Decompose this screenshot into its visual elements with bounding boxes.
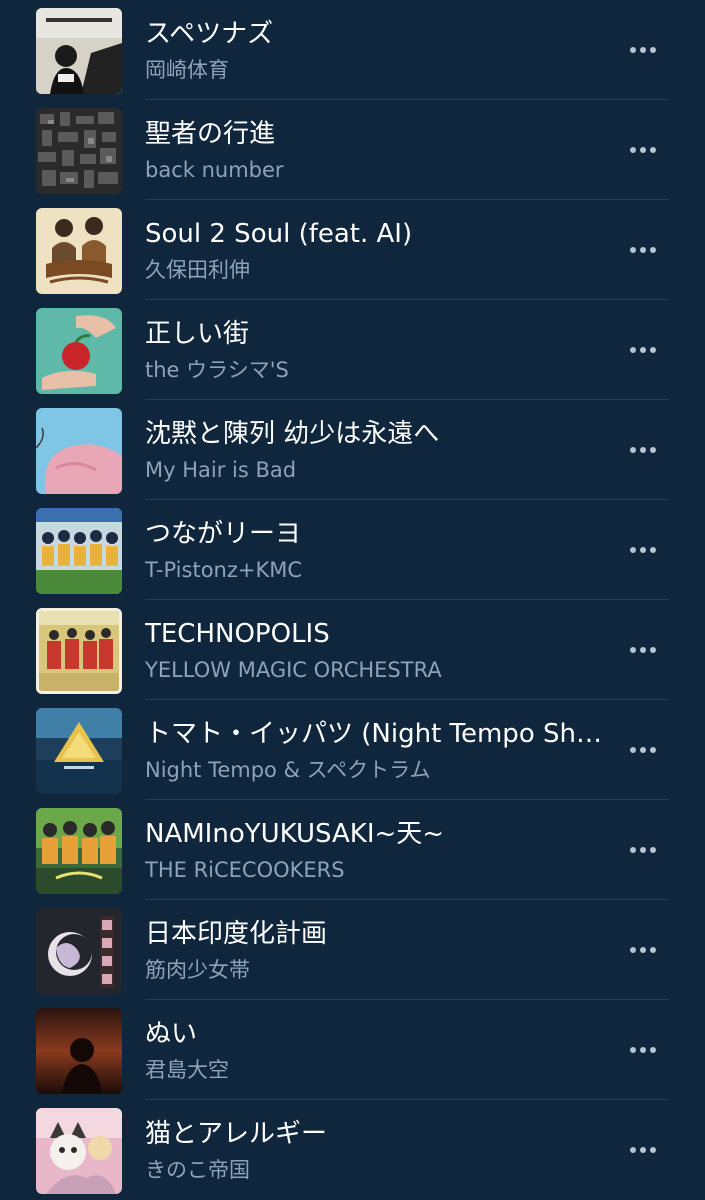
song-artist: 岡崎体育 [145,58,229,82]
song-title: つながリーヨ [145,519,302,549]
more-options-button[interactable] [616,832,670,868]
more-options-button[interactable] [616,932,670,968]
album-art [36,708,122,794]
more-options-button[interactable] [616,632,670,668]
more-horizontal-icon [630,447,636,453]
song-title: TECHNOPOLIS [145,619,330,649]
song-title: スペツナズ [145,19,274,49]
song-row[interactable]: 聖者の行進 back number [0,100,705,200]
song-title: トマト・イッパツ (Night Tempo Showa Groove Mix) [145,719,615,749]
more-options-button[interactable] [616,532,670,568]
more-horizontal-icon [630,247,636,253]
song-artist: back number [145,158,284,182]
song-artist: Night Tempo & スペクトラム [145,758,431,782]
song-row[interactable]: 沈黙と陳列 幼少は永遠へ My Hair is Bad [0,400,705,500]
album-art [36,608,122,694]
song-artist: 久保田利伸 [145,258,250,282]
song-row[interactable]: ぬい 君島大空 [0,1000,705,1100]
song-title: ぬい [145,1019,198,1049]
more-horizontal-icon [630,647,636,653]
song-list: スペツナズ 岡崎体育 聖者の行進 back number Soul 2 Soul… [0,0,705,1200]
album-art [36,408,122,494]
song-row[interactable]: スペツナズ 岡崎体育 [0,0,705,100]
album-art [36,8,122,94]
song-artist: きのこ帝国 [145,1158,250,1182]
song-artist: YELLOW MAGIC ORCHESTRA [145,658,442,682]
more-options-button[interactable] [616,1132,670,1168]
more-options-button[interactable] [616,332,670,368]
song-title: 日本印度化計画 [145,919,328,949]
more-horizontal-icon [630,347,636,353]
album-art [36,808,122,894]
album-art [36,508,122,594]
more-horizontal-icon [630,47,636,53]
song-title: 聖者の行進 [145,119,276,149]
song-row[interactable]: 猫とアレルギー きのこ帝国 [0,1100,705,1200]
more-horizontal-icon [630,947,636,953]
song-title: 猫とアレルギー [145,1119,328,1149]
song-artist: T-Pistonz+KMC [145,558,303,582]
album-art [36,908,122,994]
more-horizontal-icon [630,1047,636,1053]
song-artist: the ウラシマ'S [145,358,289,382]
song-row[interactable]: つながリーヨ T-Pistonz+KMC [0,500,705,600]
song-row[interactable]: Soul 2 Soul (feat. AI) 久保田利伸 [0,200,705,300]
more-horizontal-icon [630,547,636,553]
more-options-button[interactable] [616,432,670,468]
song-artist: 筋肉少女帯 [145,958,250,982]
album-art [36,208,122,294]
song-title: NAMInoYUKUSAKI~天~ [145,819,445,849]
song-title: Soul 2 Soul (feat. AI) [145,219,413,249]
song-row[interactable]: NAMInoYUKUSAKI~天~ THE RiCECOOKERS [0,800,705,900]
song-row[interactable]: 日本印度化計画 筋肉少女帯 [0,900,705,1000]
more-horizontal-icon [630,1147,636,1153]
song-artist: My Hair is Bad [145,458,297,482]
song-title: 正しい街 [145,319,250,349]
album-art [36,108,122,194]
more-options-button[interactable] [616,32,670,68]
song-artist: 君島大空 [145,1058,229,1082]
more-horizontal-icon [630,747,636,753]
more-horizontal-icon [630,847,636,853]
more-options-button[interactable] [616,732,670,768]
more-options-button[interactable] [616,1032,670,1068]
album-art [36,1008,122,1094]
song-artist: THE RiCECOOKERS [145,858,345,882]
song-row[interactable]: TECHNOPOLIS YELLOW MAGIC ORCHESTRA [0,600,705,700]
more-options-button[interactable] [616,132,670,168]
more-options-button[interactable] [616,232,670,268]
song-row[interactable]: トマト・イッパツ (Night Tempo Showa Groove Mix) … [0,700,705,800]
album-art [36,308,122,394]
more-horizontal-icon [630,147,636,153]
album-art [36,1108,122,1194]
song-title: 沈黙と陳列 幼少は永遠へ [145,419,440,449]
song-row[interactable]: 正しい街 the ウラシマ'S [0,300,705,400]
